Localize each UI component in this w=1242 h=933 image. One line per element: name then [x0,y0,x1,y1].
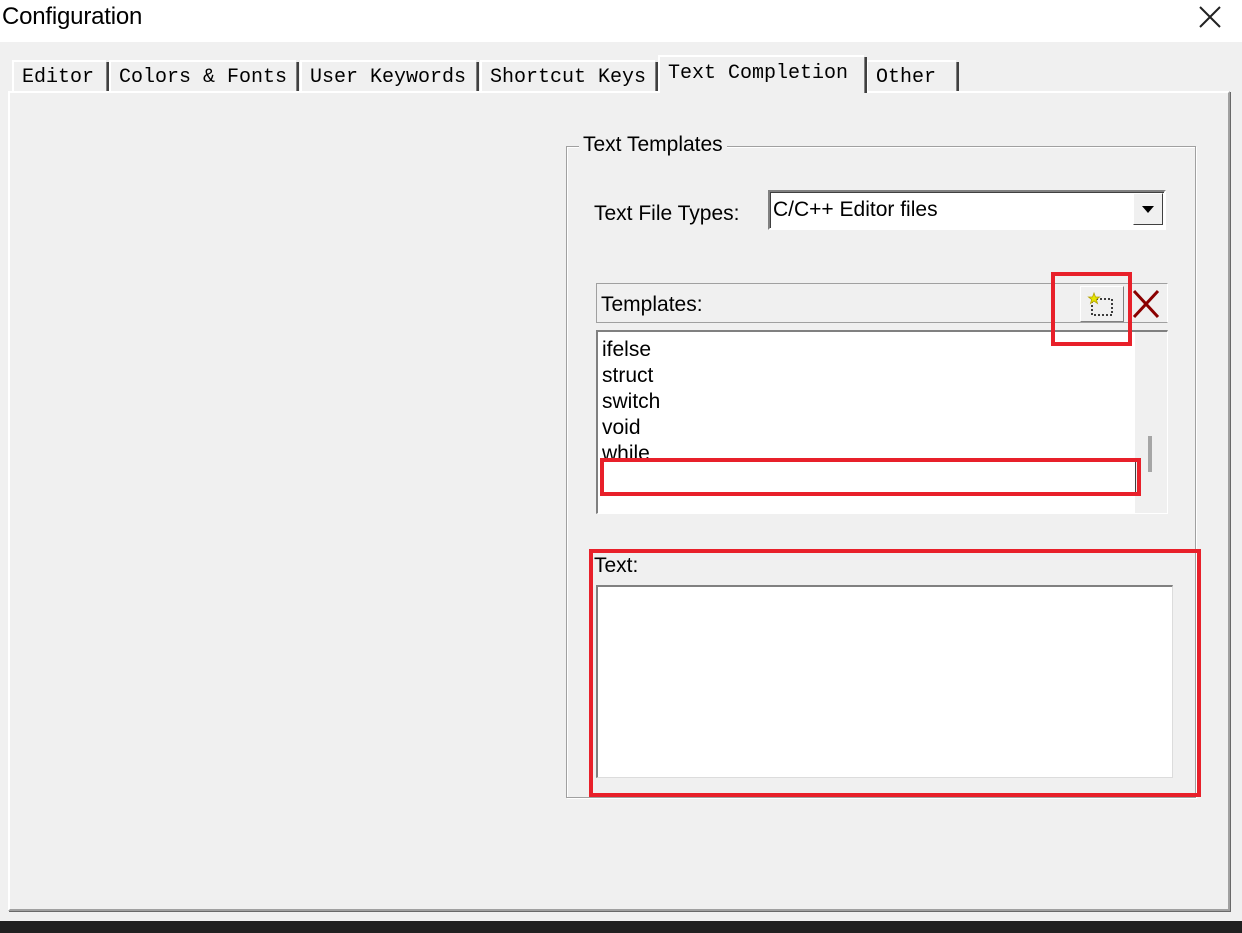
tab-editor[interactable]: Editor [12,60,109,92]
window-title: Configuration [2,3,143,30]
tab-label: Colors & Fonts [119,66,288,89]
text-label: Text: [594,554,639,577]
tab-shortcut-keys[interactable]: Shortcut Keys [480,60,658,92]
new-template-button[interactable] [1080,286,1124,322]
chevron-down-icon[interactable] [1133,193,1163,225]
scrollbar-thumb[interactable] [1148,436,1152,472]
tab-label: Shortcut Keys [490,66,647,89]
tab-colors-fonts[interactable]: Colors & Fonts [109,60,299,92]
tab-label: Editor [22,66,95,89]
list-item[interactable]: struct [602,363,653,389]
list-item[interactable]: void [602,415,641,441]
tab-label: Other [876,66,937,89]
templates-label: Templates: [601,293,703,316]
tab-label: User Keywords [310,66,467,89]
group-title: Text Templates [579,133,727,157]
new-item-icon [1087,291,1113,316]
tab-user-keywords[interactable]: User Keywords [300,60,479,92]
new-template-name-input[interactable] [600,460,1136,494]
list-scrollbar[interactable] [1135,332,1167,513]
template-text-area[interactable] [596,585,1173,778]
delete-x-icon [1132,289,1160,319]
tab-text-completion[interactable]: Text Completion [658,55,867,93]
file-types-value: C/C++ Editor files [773,198,938,221]
tab-other[interactable]: Other [866,60,959,92]
delete-template-button[interactable] [1126,286,1166,322]
file-types-dropdown[interactable]: C/C++ Editor files [768,190,1166,230]
file-types-label: Text File Types: [594,202,740,225]
close-icon[interactable] [1190,0,1230,34]
list-item[interactable]: ifelse [602,337,651,363]
list-item[interactable]: switch [602,389,660,415]
tab-label: Text Completion [668,62,849,85]
bottom-edge [0,921,1242,933]
title-bar: Configuration [0,0,1242,42]
